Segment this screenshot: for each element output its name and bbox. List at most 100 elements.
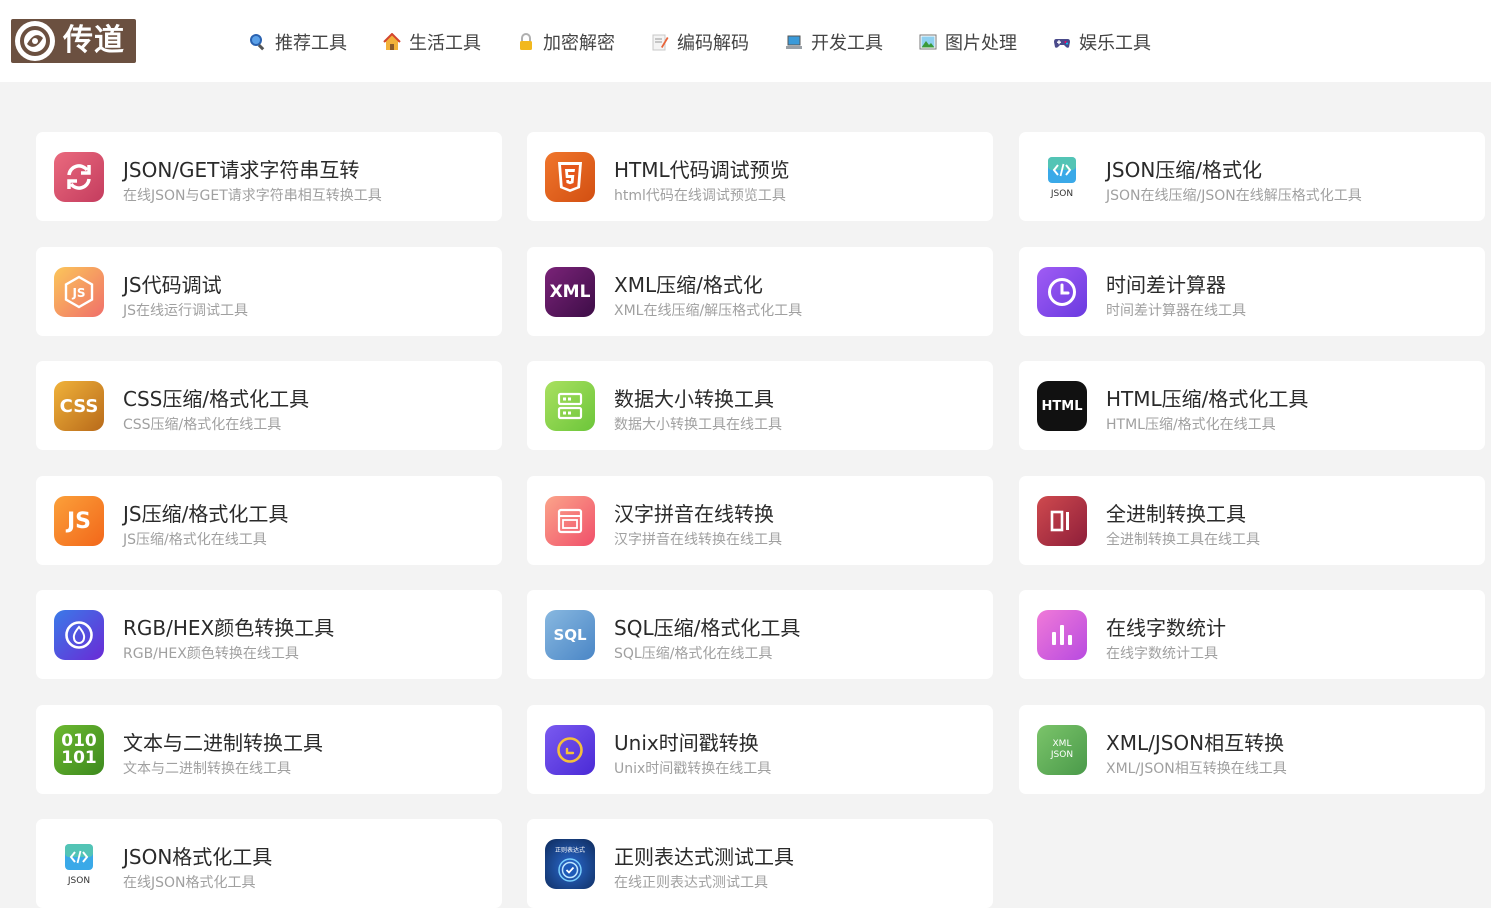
tool-title: 时间差计算器	[1106, 273, 1226, 297]
html5-icon	[545, 152, 595, 202]
tool-description: RGB/HEX颜色转换在线工具	[123, 646, 299, 662]
tool-title: 数据大小转换工具	[614, 387, 774, 411]
json-file-icon: JSON	[54, 839, 104, 889]
regex-icon: 正则表达式	[545, 839, 595, 889]
tool-title: 全进制转换工具	[1106, 502, 1246, 526]
css-icon: CSS	[54, 381, 104, 431]
tool-title: 文本与二进制转换工具	[123, 731, 323, 755]
tool-card[interactable]: 全进制转换工具 全进制转换工具在线工具	[1019, 476, 1485, 565]
logo-text: 传道	[63, 23, 125, 58]
svg-text:JS: JS	[71, 286, 85, 300]
nav-item-dev[interactable]: 开发工具	[785, 29, 883, 55]
storage-icon	[545, 381, 595, 431]
sql-icon-label: SQL	[553, 626, 587, 644]
search-icon	[249, 33, 267, 51]
tool-title: 在线字数统计	[1106, 616, 1226, 640]
tool-title: XML压缩/格式化	[614, 273, 763, 297]
tool-title: XML/JSON相互转换	[1106, 731, 1285, 755]
json-file-icon: JSON	[1037, 152, 1087, 202]
tool-card[interactable]: JS JS压缩/格式化工具 JS压缩/格式化在线工具	[36, 476, 502, 565]
tool-title: RGB/HEX颜色转换工具	[123, 616, 335, 640]
tool-card[interactable]: 在线字数统计 在线字数统计工具	[1019, 590, 1485, 679]
tool-description: JSON在线压缩/JSON在线解压格式化工具	[1106, 188, 1362, 204]
sql-icon: SQL	[545, 610, 595, 660]
nav-item-encoding[interactable]: 编码解码	[651, 29, 749, 55]
tool-description: SQL压缩/格式化在线工具	[614, 646, 773, 662]
tool-card[interactable]: RGB/HEX颜色转换工具 RGB/HEX颜色转换在线工具	[36, 590, 502, 679]
regex-icon-label: 正则表达式	[554, 846, 585, 854]
memo-icon	[651, 33, 669, 51]
picture-icon	[919, 33, 937, 51]
bar-chart-icon	[1037, 610, 1087, 660]
nav-label: 推荐工具	[275, 33, 347, 54]
document-icon	[545, 496, 595, 546]
tool-card[interactable]: XML XML压缩/格式化 XML在线压缩/解压格式化工具	[527, 247, 993, 336]
tool-card[interactable]: 数据大小转换工具 数据大小转换工具在线工具	[527, 361, 993, 450]
tool-description: CSS压缩/格式化在线工具	[123, 417, 282, 433]
css-icon-label: CSS	[59, 395, 99, 417]
binary-bars-icon	[1037, 496, 1087, 546]
tool-description: 数据大小转换工具在线工具	[614, 417, 782, 433]
lock-icon	[517, 33, 535, 51]
tool-description: JS压缩/格式化在线工具	[123, 532, 267, 548]
js-badge-icon: JS	[54, 267, 104, 317]
nav-item-fun[interactable]: 娱乐工具	[1053, 29, 1151, 55]
tool-description: 在线JSON与GET请求字符串相互转换工具	[123, 188, 382, 204]
main-nav: 推荐工具 生活工具 加密解密 编码解码 开发工具 图片处理 娱乐工具	[249, 27, 1187, 57]
tool-card[interactable]: HTML代码调试预览 html代码在线调试预览工具	[527, 132, 993, 221]
tool-card[interactable]: 010 101 文本与二进制转换工具 文本与二进制转换在线工具	[36, 705, 502, 794]
tool-description: Unix时间戳转换在线工具	[614, 761, 772, 777]
logo-mark-icon	[15, 21, 55, 61]
tool-card[interactable]: JS JS代码调试 JS在线运行调试工具	[36, 247, 502, 336]
tool-title: Unix时间戳转换	[614, 731, 759, 755]
tool-title: SQL压缩/格式化工具	[614, 616, 801, 640]
nav-label: 加密解密	[543, 33, 615, 54]
binary-icon: 010 101	[54, 725, 104, 775]
nav-item-crypto[interactable]: 加密解密	[517, 29, 615, 55]
tool-title: HTML压缩/格式化工具	[1106, 387, 1309, 411]
nav-label: 编码解码	[677, 33, 749, 54]
tool-card[interactable]: JSON/GET请求字符串互转 在线JSON与GET请求字符串相互转换工具	[36, 132, 502, 221]
tool-card[interactable]: 时间差计算器 时间差计算器在线工具	[1019, 247, 1485, 336]
tool-card[interactable]: JSON JSON格式化工具 在线JSON格式化工具	[36, 819, 502, 908]
tool-description: XML/JSON相互转换在线工具	[1106, 761, 1287, 777]
xml-icon-label: XML	[549, 282, 591, 302]
tool-card[interactable]: XML JSON XML/JSON相互转换 XML/JSON相互转换在线工具	[1019, 705, 1485, 794]
tool-title: CSS压缩/格式化工具	[123, 387, 310, 411]
site-logo[interactable]: 传道	[11, 19, 136, 63]
xml-icon: XML	[545, 267, 595, 317]
tool-title: 正则表达式测试工具	[614, 845, 794, 869]
tool-card[interactable]: Unix时间戳转换 Unix时间戳转换在线工具	[527, 705, 993, 794]
tool-card[interactable]: SQL SQL压缩/格式化工具 SQL压缩/格式化在线工具	[527, 590, 993, 679]
nav-item-recommended[interactable]: 推荐工具	[249, 29, 347, 55]
tool-description: XML在线压缩/解压格式化工具	[614, 303, 803, 319]
tool-title: JS压缩/格式化工具	[123, 502, 289, 526]
svg-text:JSON: JSON	[67, 876, 90, 886]
tool-title: 汉字拼音在线转换	[614, 502, 774, 526]
tool-card[interactable]: HTML HTML压缩/格式化工具 HTML压缩/格式化在线工具	[1019, 361, 1485, 450]
tool-card[interactable]: 正则表达式 正则表达式测试工具 在线正则表达式测试工具	[527, 819, 993, 908]
drop-icon	[54, 610, 104, 660]
nav-item-life[interactable]: 生活工具	[383, 29, 481, 55]
clock-icon	[1037, 267, 1087, 317]
timer-icon	[545, 725, 595, 775]
tool-description: JS在线运行调试工具	[123, 303, 249, 319]
tool-title: JS代码调试	[123, 273, 222, 297]
tool-title: JSON压缩/格式化	[1106, 158, 1263, 182]
top-navbar: 传道 推荐工具 生活工具 加密解密 编码解码 开发工具 图片处理 娱乐工具	[0, 0, 1491, 82]
nav-label: 开发工具	[811, 33, 883, 54]
tool-title: HTML代码调试预览	[614, 158, 790, 182]
gamepad-icon	[1053, 33, 1071, 51]
tool-card[interactable]: 汉字拼音在线转换 汉字拼音在线转换在线工具	[527, 476, 993, 565]
tool-title: JSON格式化工具	[123, 845, 273, 869]
xml-json-icon-label: XML JSON	[1050, 739, 1075, 760]
html-text-icon: HTML	[1037, 381, 1087, 431]
tool-card[interactable]: JSON JSON压缩/格式化 JSON在线压缩/JSON在线解压格式化工具	[1019, 132, 1485, 221]
nav-label: 生活工具	[409, 33, 481, 54]
tool-description: 在线JSON格式化工具	[123, 875, 256, 891]
js-icon: JS	[54, 496, 104, 546]
nav-item-image[interactable]: 图片处理	[919, 29, 1017, 55]
tool-card[interactable]: CSS CSS压缩/格式化工具 CSS压缩/格式化在线工具	[36, 361, 502, 450]
xml-json-icon: XML JSON	[1037, 725, 1087, 775]
nav-label: 图片处理	[945, 33, 1017, 54]
